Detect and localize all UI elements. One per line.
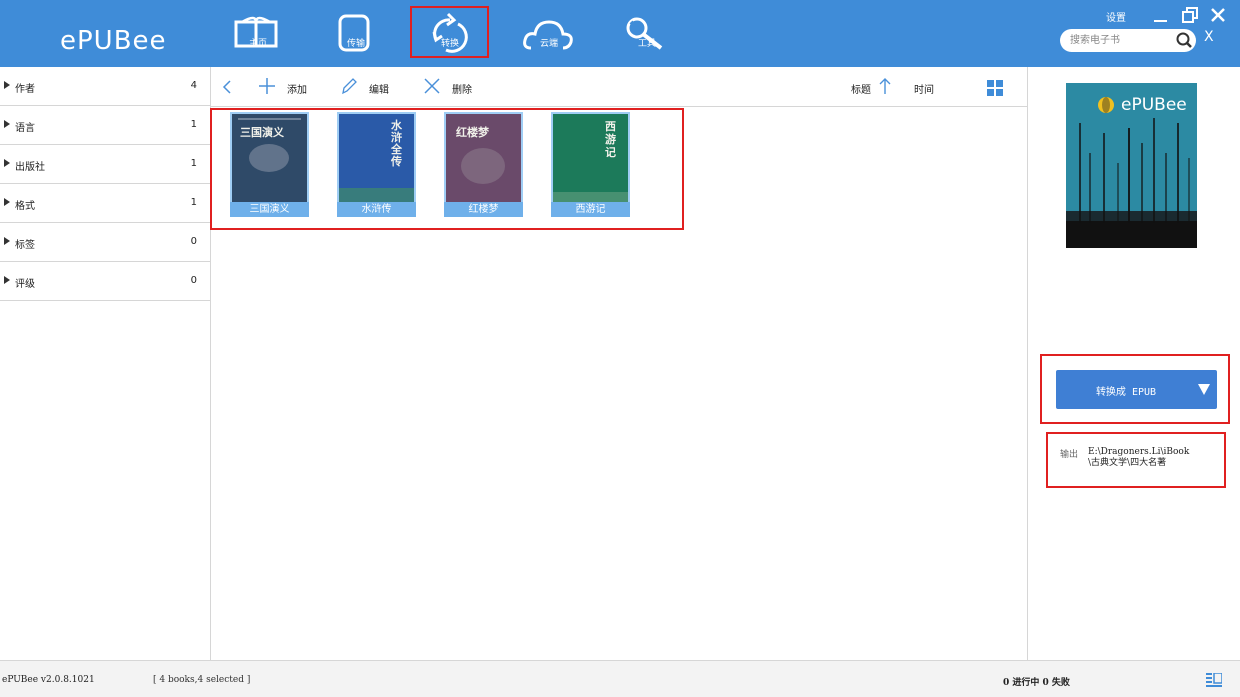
search-clear-button[interactable]: X bbox=[1204, 29, 1214, 45]
plus-icon bbox=[259, 78, 275, 94]
nav-home[interactable]: 主页 bbox=[228, 10, 288, 56]
nav-home-label: 主页 bbox=[248, 39, 267, 49]
edit-button[interactable]: 编辑 bbox=[340, 76, 400, 98]
task-progress: 0 进行中 0 失败 bbox=[1003, 678, 1070, 688]
pencil-icon bbox=[342, 78, 357, 95]
version-text: ePUBee v2.0.8.1021 bbox=[2, 675, 95, 685]
filter-name: 语言 bbox=[15, 123, 35, 134]
filter-format[interactable]: 格式 1 bbox=[0, 184, 210, 223]
settings-link[interactable]: 设置 bbox=[1106, 9, 1126, 24]
tools-icon bbox=[626, 17, 663, 50]
convert-label: 转换成 EPUB bbox=[1095, 387, 1157, 398]
delete-label: 删除 bbox=[452, 85, 472, 96]
filter-language[interactable]: 语言 1 bbox=[0, 106, 210, 145]
filter-name: 标签 bbox=[15, 240, 35, 251]
expand-arrow-icon bbox=[4, 159, 10, 167]
nav-transfer-label: 传输 bbox=[346, 39, 365, 49]
filter-count: 0 bbox=[190, 236, 197, 247]
nav-tools-label: 工具 bbox=[637, 39, 656, 49]
delete-x-icon bbox=[424, 78, 440, 94]
search-icon[interactable] bbox=[1176, 32, 1193, 49]
expand-arrow-icon bbox=[4, 198, 10, 206]
output-path-line: E:\Dragoners.Li\iBook bbox=[1088, 447, 1190, 457]
output-path-line: \古典文学\四大名著 bbox=[1088, 458, 1167, 468]
status-bar: ePUBee v2.0.8.1021 [ 4 books,4 selected … bbox=[0, 660, 1240, 697]
selection-count: [ 4 books,4 selected ] bbox=[153, 675, 251, 685]
close-icon[interactable] bbox=[1209, 6, 1227, 24]
dropdown-arrow-icon[interactable] bbox=[1198, 384, 1210, 395]
filter-publisher[interactable]: 出版社 1 bbox=[0, 145, 210, 184]
output-label: 输出 bbox=[1060, 450, 1079, 460]
filter-sidebar: 作者 4 语言 1 出版社 1 格式 1 标签 0 评级 0 bbox=[0, 67, 211, 660]
add-button[interactable]: 添加 bbox=[258, 76, 318, 98]
expand-arrow-icon bbox=[4, 81, 10, 89]
app-logo: ePUBee bbox=[60, 26, 167, 56]
preview-brand: ePUBee bbox=[1121, 95, 1187, 115]
tablet-icon bbox=[338, 14, 370, 52]
convert-to-epub-button[interactable]: 转换成 EPUB bbox=[1056, 370, 1217, 409]
filter-name: 作者 bbox=[15, 84, 35, 95]
edit-label: 编辑 bbox=[369, 85, 389, 96]
add-label: 添加 bbox=[287, 85, 307, 96]
book-icon bbox=[234, 16, 278, 48]
sort-by-title-button[interactable]: 标题 bbox=[851, 76, 897, 98]
nav-tools[interactable]: 工具 bbox=[617, 10, 677, 56]
app-header: ePUBee 主页 传输 转换 云端 工具 设置 搜索电子书 X bbox=[0, 0, 1240, 67]
nav-transfer[interactable]: 传输 bbox=[326, 10, 386, 56]
filter-count: 0 bbox=[190, 275, 197, 286]
filter-count: 4 bbox=[190, 80, 197, 91]
cover-preview: ePUBee bbox=[1066, 83, 1197, 248]
back-icon[interactable] bbox=[221, 80, 233, 94]
grid-view-icon[interactable] bbox=[987, 80, 1003, 96]
library-toolbar: 添加 编辑 删除 标题 时间 bbox=[211, 67, 1027, 107]
filter-count: 1 bbox=[190, 197, 197, 208]
highlight-box-books bbox=[210, 108, 684, 230]
filter-count: 1 bbox=[190, 158, 197, 169]
filter-author[interactable]: 作者 4 bbox=[0, 67, 210, 106]
filter-name: 出版社 bbox=[15, 162, 45, 173]
nav-cloud[interactable]: 云端 bbox=[519, 10, 579, 56]
search-input[interactable] bbox=[1070, 32, 1170, 49]
filter-tags[interactable]: 标签 0 bbox=[0, 223, 210, 262]
filter-rating[interactable]: 评级 0 bbox=[0, 262, 210, 301]
filter-count: 1 bbox=[190, 119, 197, 130]
cloud-icon bbox=[523, 20, 573, 50]
expand-arrow-icon bbox=[4, 120, 10, 128]
expand-arrow-icon bbox=[4, 276, 10, 284]
task-log-icon[interactable] bbox=[1206, 673, 1222, 687]
sort-title-label: 标题 bbox=[851, 85, 871, 96]
minimize-icon[interactable] bbox=[1152, 6, 1170, 24]
expand-arrow-icon bbox=[4, 237, 10, 245]
restore-icon[interactable] bbox=[1181, 6, 1199, 24]
delete-button[interactable]: 删除 bbox=[423, 76, 483, 98]
output-path[interactable]: E:\Dragoners.Li\iBook \古典文学\四大名著 bbox=[1088, 447, 1218, 469]
nav-cloud-label: 云端 bbox=[539, 39, 558, 49]
sort-by-time-button[interactable]: 时间 bbox=[914, 76, 944, 98]
sort-ascending-icon bbox=[879, 78, 891, 94]
filter-name: 格式 bbox=[15, 201, 35, 212]
highlight-box-convert bbox=[410, 6, 489, 58]
filter-name: 评级 bbox=[15, 279, 35, 290]
sort-time-label: 时间 bbox=[914, 85, 934, 96]
search-box bbox=[1060, 29, 1196, 52]
